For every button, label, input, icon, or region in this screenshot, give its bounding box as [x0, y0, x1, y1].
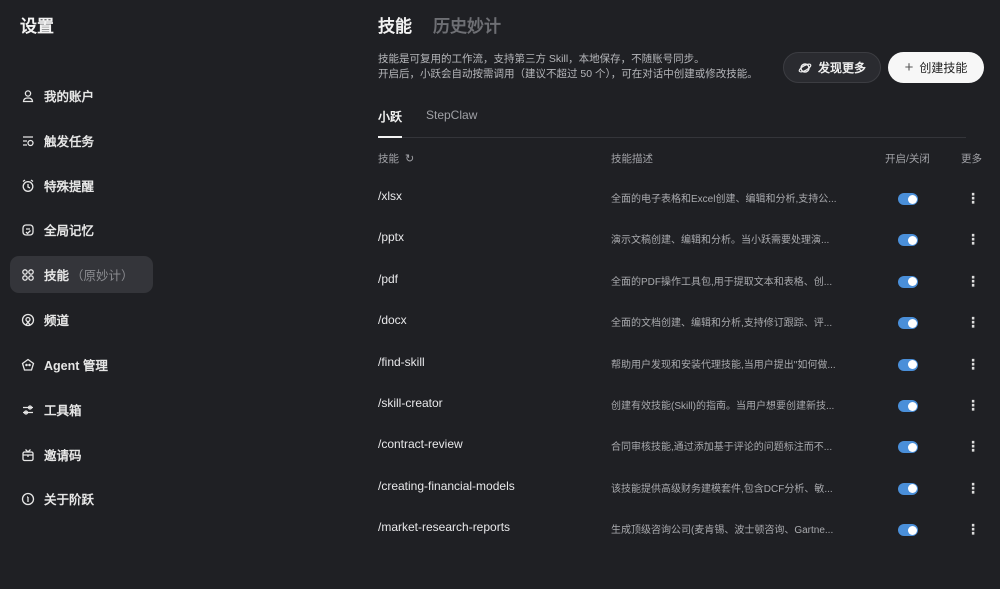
sidebar-item-3[interactable]: 全局记忆 — [10, 211, 153, 248]
more-options-icon[interactable]: ⋮ — [966, 437, 980, 455]
tabs-divider — [378, 137, 966, 138]
column-toggle: 开启/关闭 — [885, 153, 930, 165]
skill-name[interactable]: /creating-financial-models — [378, 479, 515, 493]
sidebar-item-label: 全局记忆 — [44, 224, 95, 238]
skill-description: 演示文稿创建、编辑和分析。当小跃需要处理演... — [611, 235, 830, 247]
sidebar-item-8[interactable]: 邀请码 — [10, 436, 153, 473]
agent-icon — [21, 358, 35, 372]
more-options-icon[interactable]: ⋮ — [966, 520, 980, 538]
column-skill-label: 技能 — [378, 153, 399, 165]
create-skill-button[interactable]: + 创建技能 — [888, 52, 984, 83]
description-line-2: 开启后，小跃会自动按需调用（建议不超过 50 个），可在对话中创建或修改技能。 — [378, 68, 758, 80]
skill-description: 合同审核技能,通过添加基于评论的问题标注而不... — [611, 442, 833, 454]
skill-name[interactable]: /market-research-reports — [378, 520, 510, 534]
skill-description: 帮助用户发现和安装代理技能,当用户提出"如何做... — [611, 359, 836, 371]
grid-icon — [21, 268, 35, 282]
skill-toggle[interactable] — [898, 193, 918, 205]
skill-description: 全面的文档创建、编辑和分析,支持修订跟踪、评... — [611, 318, 833, 330]
sidebar-item-7[interactable]: 工具箱 — [10, 391, 153, 428]
tab-skills[interactable]: 技能 — [378, 12, 412, 37]
skill-row: /pptx 演示文稿创建、编辑和分析。当小跃需要处理演... ⋮ — [378, 230, 980, 250]
skill-row: /creating-financial-models 该技能提供高级财务建模套件,… — [378, 479, 980, 499]
skill-name[interactable]: /contract-review — [378, 437, 463, 451]
alarm-clock-icon — [21, 178, 35, 193]
create-skill-label: 创建技能 — [919, 61, 968, 75]
skill-toggle[interactable] — [898, 358, 918, 371]
sidebar-item-1[interactable]: 触发任务 — [10, 122, 153, 159]
skill-name[interactable]: /xlsx — [378, 189, 402, 203]
skill-toggle[interactable] — [898, 275, 918, 288]
user-icon — [21, 89, 35, 103]
description-line-1: 技能是可复用的工作流，支持第三方 Skill，本地保存，不随账号同步。 — [378, 53, 705, 65]
settings-title: 设置 — [20, 17, 54, 36]
skill-name[interactable]: /pdf — [378, 272, 398, 286]
sidebar-item-9[interactable]: 关于阶跃 — [10, 480, 153, 517]
channel-icon — [21, 313, 35, 327]
skill-description: 全面的PDF操作工具包,用于提取文本和表格、创... — [611, 276, 833, 288]
sidebar-item-label: Agent 管理 — [44, 359, 108, 373]
refresh-icon[interactable]: ↻ — [405, 152, 414, 165]
skill-row: /docx 全面的文档创建、编辑和分析,支持修订跟踪、评... ⋮ — [378, 313, 980, 333]
skill-description: 创建有效技能(Skill)的指南。当用户想要创建新技... — [611, 401, 835, 412]
sidebar-item-label: 频道 — [44, 314, 70, 328]
skill-description: 全面的电子表格和Excel创建、编辑和分析,支持公... — [611, 194, 837, 205]
more-options-icon[interactable]: ⋮ — [966, 396, 980, 414]
column-description: 技能描述 — [611, 153, 653, 165]
skill-toggle[interactable] — [898, 317, 918, 330]
trigger-task-icon — [21, 134, 35, 148]
more-options-icon[interactable]: ⋮ — [966, 189, 980, 207]
sidebar-item-5[interactable]: 频道 — [10, 301, 153, 338]
subtab-xiaoyue[interactable]: 小跃 — [378, 108, 402, 125]
discover-more-button[interactable]: 发现更多 — [783, 52, 881, 83]
skill-name[interactable]: /skill-creator — [378, 396, 443, 410]
sidebar-item-label: 技能 — [44, 269, 70, 283]
gift-icon — [21, 448, 35, 462]
plus-icon: + — [904, 59, 914, 76]
memory-icon — [21, 223, 35, 237]
skill-name[interactable]: /pptx — [378, 230, 404, 244]
skill-row: /market-research-reports 生成顶级咨询公司(麦肯锡、波士顿… — [378, 520, 980, 540]
skill-row: /contract-review 合同审核技能,通过添加基于评论的问题标注而不..… — [378, 437, 980, 457]
skill-toggle[interactable] — [898, 524, 918, 537]
info-icon — [21, 492, 35, 506]
skill-name[interactable]: /docx — [378, 313, 407, 327]
sidebar-item-sublabel: （原妙计） — [71, 269, 134, 283]
discover-more-label: 发现更多 — [817, 61, 866, 75]
skill-toggle[interactable] — [898, 482, 918, 495]
more-options-icon[interactable]: ⋮ — [966, 313, 980, 331]
sidebar-item-label: 特殊提醒 — [44, 180, 95, 194]
skill-toggle[interactable] — [898, 400, 918, 412]
sliders-icon — [21, 403, 35, 417]
skill-row: /pdf 全面的PDF操作工具包,用于提取文本和表格、创... ⋮ — [378, 272, 980, 292]
more-options-icon[interactable]: ⋮ — [966, 355, 980, 373]
skill-row: /xlsx 全面的电子表格和Excel创建、编辑和分析,支持公... ⋮ — [378, 189, 980, 209]
skill-toggle[interactable] — [898, 234, 918, 247]
sidebar-item-0[interactable]: 我的账户 — [10, 77, 153, 114]
active-tab-indicator — [378, 136, 402, 138]
subtab-stepclaw[interactable]: StepClaw — [426, 108, 477, 122]
sidebar-item-4[interactable]: 技能 （原妙计） — [10, 256, 153, 293]
skill-toggle[interactable] — [898, 441, 918, 454]
sidebar-item-label: 工具箱 — [44, 404, 82, 418]
sidebar-item-label: 我的账户 — [44, 90, 95, 104]
column-skill: 技能 ↻ — [378, 151, 414, 166]
skills-description: 技能是可复用的工作流，支持第三方 Skill，本地保存，不随账号同步。 开启后，… — [378, 52, 758, 82]
sidebar-item-label: 触发任务 — [44, 135, 95, 149]
sidebar-item-6[interactable]: Agent 管理 — [10, 346, 153, 383]
more-options-icon[interactable]: ⋮ — [966, 230, 980, 248]
skill-name[interactable]: /find-skill — [378, 355, 425, 369]
more-options-icon[interactable]: ⋮ — [966, 272, 980, 290]
more-options-icon[interactable]: ⋮ — [966, 479, 980, 497]
skill-description: 生成顶级咨询公司(麦肯锡、波士顿咨询、Gartne... — [611, 525, 834, 537]
planet-icon — [798, 62, 812, 73]
sidebar-item-2[interactable]: 特殊提醒 — [10, 167, 153, 204]
column-more: 更多 — [961, 153, 982, 165]
skill-row: /find-skill 帮助用户发现和安装代理技能,当用户提出"如何做... ⋮ — [378, 355, 980, 375]
sidebar-item-label: 邀请码 — [44, 449, 82, 463]
skill-row: /skill-creator 创建有效技能(Skill)的指南。当用户想要创建新技… — [378, 396, 980, 416]
skill-description: 该技能提供高级财务建模套件,包含DCF分析、敏... — [611, 483, 833, 495]
sidebar-item-label: 关于阶跃 — [44, 493, 95, 507]
tab-history[interactable]: 历史妙计 — [433, 12, 501, 37]
